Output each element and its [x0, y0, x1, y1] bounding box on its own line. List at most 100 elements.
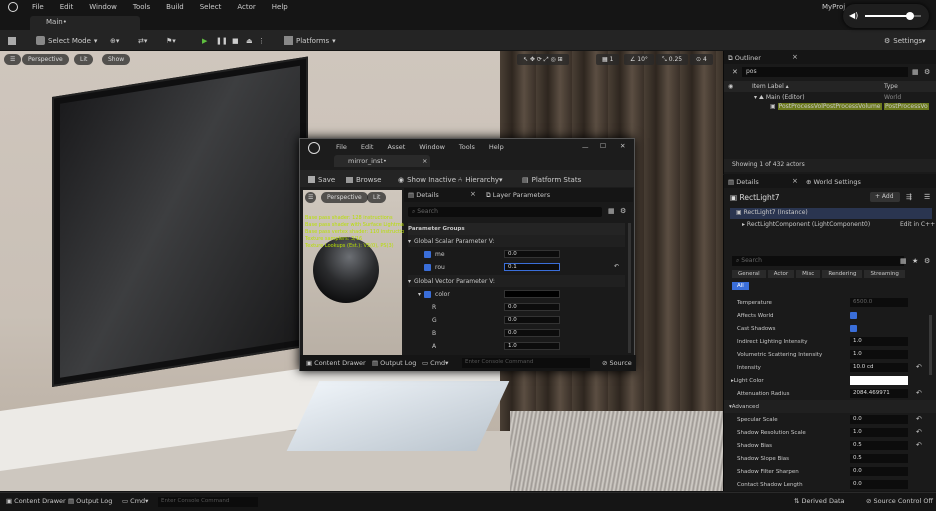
output-log-button[interactable]: ▤ Output Log: [372, 359, 416, 367]
property-checkbox[interactable]: [850, 325, 857, 332]
channel-value-field[interactable]: 1.0: [504, 342, 560, 350]
gear-icon[interactable]: ⚙: [924, 257, 930, 265]
close-tab-icon[interactable]: ×: [422, 157, 427, 165]
component-row[interactable]: ▸ RectLightComponent (LightComponent0): [742, 221, 870, 228]
details-scrollbar[interactable]: [929, 315, 932, 375]
details-scrollbar[interactable]: [628, 223, 631, 353]
console-input[interactable]: Enter Console Command: [158, 497, 258, 507]
reset-icon[interactable]: ↶: [916, 441, 922, 449]
snap-rotation[interactable]: ∠ 10°: [624, 54, 654, 65]
cinematics-button[interactable]: ⚑▾: [166, 34, 176, 47]
derived-data-button[interactable]: ⇅ Derived Data: [794, 497, 845, 505]
camera-speed[interactable]: ⊙ 4: [690, 54, 713, 65]
mat-menu-asset[interactable]: Asset: [387, 143, 405, 151]
transform-tools[interactable]: ↖ ✥ ⟳ ⤢ ◎ ⊞: [517, 54, 569, 65]
property-value-field[interactable]: 10.0 cd: [850, 363, 908, 372]
reset-icon[interactable]: ↶: [916, 428, 922, 436]
property-value-field[interactable]: 1.0: [850, 337, 908, 346]
tab-main-level[interactable]: Main•: [30, 16, 140, 30]
filter-rendering[interactable]: Rendering: [822, 270, 863, 278]
instance-row[interactable]: ▣ RectLight7 (Instance): [730, 208, 932, 219]
override-checkbox[interactable]: [424, 263, 431, 271]
show-inactive-button[interactable]: ◉ Show Inactive: [398, 173, 456, 186]
play-icon[interactable]: ▶: [202, 34, 207, 47]
play-options-icon[interactable]: ❚❚: [216, 34, 228, 47]
tab-layer-parameters[interactable]: ⧉ Layer Parameters: [486, 191, 550, 200]
property-value-field[interactable]: 0.5: [850, 441, 908, 450]
tab-details[interactable]: ▤ Details: [408, 191, 439, 199]
reset-icon[interactable]: ↶: [916, 389, 922, 397]
add-content-button[interactable]: ⊕▾: [110, 34, 119, 47]
cmd-dropdown[interactable]: ▭ Cmd ▾: [122, 497, 148, 505]
output-log-button[interactable]: ▤ Output Log: [68, 497, 112, 505]
filter-icon[interactable]: ▦: [912, 68, 919, 76]
table-view-icon[interactable]: ▦: [900, 257, 907, 265]
tab-details[interactable]: ▤ Details: [728, 178, 759, 186]
menu-edit[interactable]: Edit: [60, 3, 74, 11]
content-drawer-button[interactable]: ▣ Content Drawer: [6, 497, 66, 505]
menu-help[interactable]: Help: [272, 3, 288, 11]
material-preview-viewport[interactable]: ☰ Perspective Lit Base pass shader: 128 …: [303, 190, 408, 355]
volume-knob[interactable]: [905, 12, 914, 20]
snap-grid[interactable]: ▦ 1: [596, 54, 620, 65]
property-value-field[interactable]: 0.0: [850, 467, 908, 476]
channel-value-field[interactable]: 0.0: [504, 303, 560, 311]
property-value-field[interactable]: 0.5: [850, 454, 908, 463]
menu-window[interactable]: Window: [89, 3, 117, 11]
override-checkbox[interactable]: [424, 290, 432, 298]
viewport-menu-button[interactable]: ☰: [4, 54, 22, 65]
override-checkbox[interactable]: [424, 250, 431, 258]
property-value-field[interactable]: 0.0: [850, 415, 908, 424]
show-button[interactable]: Show: [102, 54, 131, 65]
property-value-field[interactable]: 6500.0: [850, 298, 908, 307]
reset-icon[interactable]: ↶: [614, 263, 619, 270]
reset-icon[interactable]: ↶: [916, 363, 922, 371]
tab-world-settings[interactable]: ⊕ World Settings: [806, 178, 861, 186]
mat-menu-tools[interactable]: Tools: [459, 143, 475, 151]
maximize-icon[interactable]: ☐: [600, 142, 606, 150]
menu-file[interactable]: File: [32, 3, 44, 11]
minimize-icon[interactable]: —: [582, 143, 589, 151]
cmd-dropdown[interactable]: ▭ Cmd ▾: [422, 359, 448, 367]
visibility-eye-icon[interactable]: ◉: [728, 83, 733, 90]
filter-streaming[interactable]: Streaming: [864, 270, 905, 278]
blueprint-button[interactable]: ⇄▾: [138, 34, 147, 47]
filter-general[interactable]: General: [732, 270, 766, 278]
more-icon[interactable]: ☰: [924, 193, 930, 201]
platforms-dropdown[interactable]: Platforms ▾: [284, 34, 336, 47]
content-drawer-button[interactable]: ▣ Content Drawer: [306, 359, 366, 367]
reset-icon[interactable]: ↶: [916, 415, 922, 423]
property-value-field[interactable]: 1.0: [850, 428, 908, 437]
close-tab-icon[interactable]: ×: [792, 177, 798, 185]
star-icon[interactable]: ★: [912, 257, 918, 265]
save-button[interactable]: Save: [308, 173, 335, 186]
select-mode-dropdown[interactable]: Select Mode ▾: [36, 34, 97, 47]
preview-menu-button[interactable]: ☰: [305, 192, 317, 203]
perspective-button[interactable]: Perspective: [22, 54, 69, 65]
lit-button[interactable]: Lit: [74, 54, 94, 65]
table-view-icon[interactable]: ▦: [608, 207, 615, 215]
channel-value-field[interactable]: 0.0: [504, 329, 560, 337]
menu-build[interactable]: Build: [166, 3, 184, 11]
mat-tab-mirror-inst[interactable]: mirror_inst• ×: [334, 155, 430, 167]
property-checkbox[interactable]: [850, 312, 857, 319]
param-value-field[interactable]: 0.0: [504, 250, 560, 258]
mat-menu-help[interactable]: Help: [489, 143, 504, 151]
filter-misc[interactable]: Misc: [796, 270, 821, 278]
mat-search-input[interactable]: ⌕ Search: [408, 207, 602, 217]
more-options-icon[interactable]: ⋮: [258, 34, 265, 47]
edit-in-cpp-link[interactable]: Edit in C++: [900, 221, 935, 228]
mat-menu-file[interactable]: File: [336, 143, 347, 151]
stop-icon[interactable]: ■: [232, 34, 239, 47]
source-control-button[interactable]: ⊘ Source Control Off: [866, 497, 933, 505]
property-value-field[interactable]: 2084.469971: [850, 389, 908, 398]
outliner-tab[interactable]: ⧉ Outliner: [728, 54, 761, 63]
console-input[interactable]: Enter Console Command: [462, 358, 590, 368]
channel-value-field[interactable]: 0.0: [504, 316, 560, 324]
menu-actor[interactable]: Actor: [237, 3, 255, 11]
source-control-button[interactable]: ⊘ Source: [602, 359, 632, 367]
type-header[interactable]: Type: [884, 83, 898, 90]
scalar-group-header[interactable]: ▾ Global Scalar Parameter V:: [408, 235, 625, 247]
light-color-swatch[interactable]: [850, 376, 908, 385]
menu-tools[interactable]: Tools: [133, 3, 150, 11]
